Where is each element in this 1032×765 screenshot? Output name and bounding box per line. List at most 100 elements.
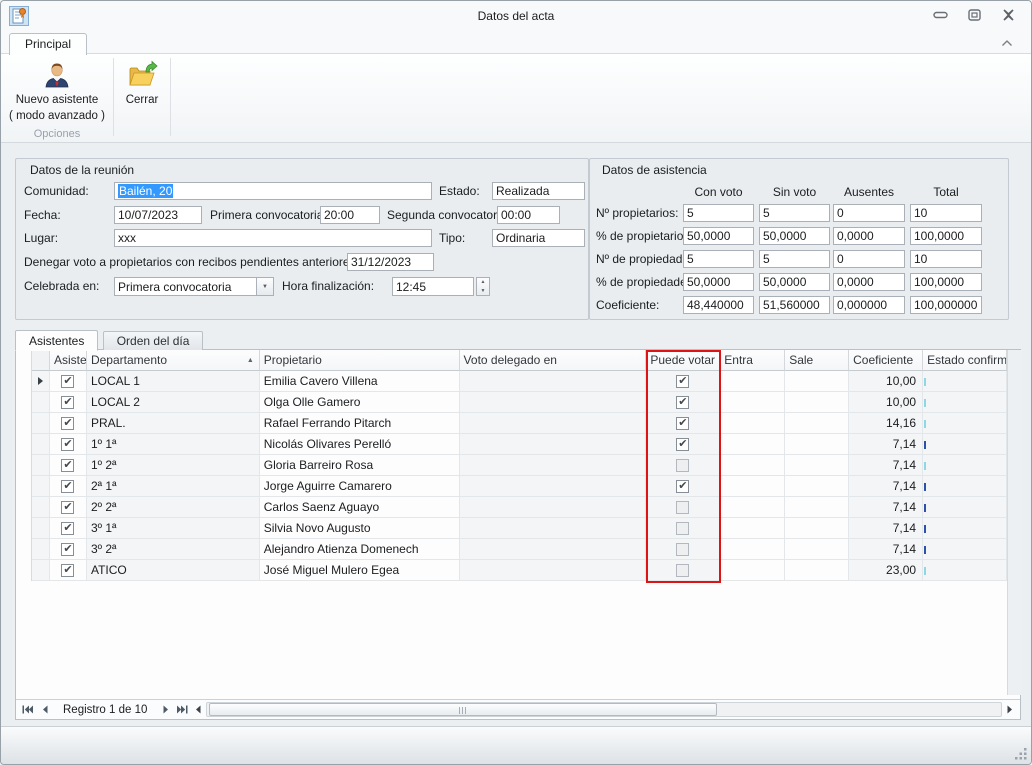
cell-coeficiente[interactable]: 7,14	[849, 497, 923, 518]
horizontal-scrollbar-thumb[interactable]	[209, 703, 717, 716]
asiste-checkbox[interactable]	[61, 438, 74, 451]
nav-last-button[interactable]	[174, 702, 191, 718]
cell-departamento[interactable]: 1º 1ª	[87, 434, 260, 455]
cell-voto-delegado-en[interactable]	[460, 497, 647, 518]
grid-row[interactable]: LOCAL 1Emilia Cavero Villena10,00	[32, 371, 1007, 392]
cell-departamento[interactable]: PRAL.	[87, 413, 260, 434]
grid-row[interactable]: 2º 2ªCarlos Saenz Aguayo 7,14	[32, 497, 1007, 518]
cell-voto-delegado-en[interactable]	[460, 371, 647, 392]
cell-estado-confirmacion[interactable]	[923, 539, 1007, 560]
cell-estado-confirmacion[interactable]	[923, 413, 1007, 434]
cell-estado-confirmacion[interactable]	[923, 497, 1007, 518]
cell-propietario[interactable]: Nicolás Olivares Perelló	[260, 434, 460, 455]
cell-entra[interactable]	[720, 413, 785, 434]
cell-sale[interactable]	[785, 371, 849, 392]
lugar-field[interactable]: xxx	[114, 229, 432, 247]
grid-row[interactable]: PRAL.Rafael Ferrando Pitarch14,16	[32, 413, 1007, 434]
cell-departamento[interactable]: 2º 2ª	[87, 497, 260, 518]
cell-estado-confirmacion[interactable]	[923, 476, 1007, 497]
asistencia-value-field[interactable]: 0,000000	[833, 296, 905, 314]
cell-entra[interactable]	[720, 476, 785, 497]
cell-propietario[interactable]: Alejandro Atienza Domenech	[260, 539, 460, 560]
grid-row[interactable]: 3º 2ªAlejandro Atienza Domenech7,14	[32, 539, 1007, 560]
puede-votar-checkbox[interactable]	[646, 497, 720, 518]
minimize-button[interactable]	[931, 7, 949, 23]
nav-next-button[interactable]	[157, 702, 174, 718]
puede-votar-checkbox[interactable]	[646, 476, 720, 497]
asiste-checkbox[interactable]	[50, 560, 87, 581]
asiste-checkbox[interactable]	[61, 375, 74, 388]
cell-estado-confirmacion[interactable]	[923, 455, 1007, 476]
cell-coeficiente[interactable]: 7,14	[849, 455, 923, 476]
hscroll-left-arrow[interactable]	[191, 702, 205, 718]
asistencia-value-field[interactable]: 50,0000	[683, 273, 754, 291]
column-header-departamento[interactable]: Departamento▲	[87, 350, 260, 371]
hora-finalizacion-field[interactable]: 12:45	[392, 277, 474, 296]
asistencia-value-field[interactable]: 50,0000	[759, 273, 830, 291]
cell-entra[interactable]	[720, 560, 785, 581]
column-header-coeficiente[interactable]: Coeficiente	[849, 350, 923, 371]
cell-voto-delegado-en[interactable]	[460, 413, 647, 434]
column-header-entra[interactable]: Entra	[720, 350, 785, 371]
cell-coeficiente[interactable]: 7,14	[849, 434, 923, 455]
cell-voto-delegado-en[interactable]	[460, 518, 647, 539]
cell-voto-delegado-en[interactable]	[460, 539, 647, 560]
column-header-estado-confirmacion[interactable]: Estado confirmaci	[923, 350, 1007, 371]
cell-estado-confirmacion[interactable]	[923, 371, 1007, 392]
cell-sale[interactable]	[785, 434, 849, 455]
asistencia-value-field[interactable]: 0	[833, 204, 905, 222]
cell-entra[interactable]	[720, 518, 785, 539]
asiste-checkbox[interactable]	[50, 539, 87, 560]
cell-coeficiente[interactable]: 7,14	[849, 518, 923, 539]
grid-row[interactable]: 2ª 1ªJorge Aguirre Camarero7,14	[32, 476, 1007, 497]
primera-convocatoria-field[interactable]: 20:00	[320, 206, 380, 224]
puede-votar-checkbox[interactable]	[646, 560, 720, 581]
asiste-checkbox[interactable]	[50, 392, 87, 413]
asiste-checkbox[interactable]	[50, 455, 87, 476]
puede-votar-checkbox[interactable]	[646, 413, 720, 434]
cell-departamento[interactable]: LOCAL 2	[87, 392, 260, 413]
estado-field[interactable]: Realizada	[492, 182, 585, 200]
cell-propietario[interactable]: Carlos Saenz Aguayo	[260, 497, 460, 518]
cell-sale[interactable]	[785, 413, 849, 434]
cell-propietario[interactable]: Jorge Aguirre Camarero	[260, 476, 460, 497]
asistencia-value-field[interactable]: 0	[833, 250, 905, 268]
asistencia-value-field[interactable]: 100,000000	[910, 296, 982, 314]
asistencia-value-field[interactable]: 5	[759, 250, 830, 268]
asiste-checkbox[interactable]	[50, 413, 87, 434]
cell-departamento[interactable]: 3º 1ª	[87, 518, 260, 539]
cell-voto-delegado-en[interactable]	[460, 560, 647, 581]
cell-coeficiente[interactable]: 23,00	[849, 560, 923, 581]
resize-grip[interactable]	[1014, 747, 1028, 761]
cell-estado-confirmacion[interactable]	[923, 392, 1007, 413]
celebrada-en-combo[interactable]: Primera convocatoria ▼	[114, 277, 274, 296]
tab-asistentes[interactable]: Asistentes	[15, 330, 98, 351]
cell-sale[interactable]	[785, 455, 849, 476]
asiste-checkbox[interactable]	[50, 371, 87, 392]
cell-departamento[interactable]: ATICO	[87, 560, 260, 581]
asiste-checkbox[interactable]	[50, 497, 87, 518]
puede-votar-checkbox[interactable]	[676, 396, 689, 409]
nav-first-button[interactable]	[19, 702, 36, 718]
spin-down-button[interactable]: ▼	[477, 287, 489, 296]
cell-sale[interactable]	[785, 539, 849, 560]
cell-propietario[interactable]: Emilia Cavero Villena	[260, 371, 460, 392]
spin-up-button[interactable]: ▲	[477, 278, 489, 287]
column-header-propietario[interactable]: Propietario	[260, 350, 460, 371]
puede-votar-checkbox[interactable]	[676, 501, 689, 514]
asiste-checkbox[interactable]	[61, 417, 74, 430]
cell-entra[interactable]	[720, 434, 785, 455]
cell-departamento[interactable]: 1º 2ª	[87, 455, 260, 476]
asiste-checkbox[interactable]	[61, 501, 74, 514]
puede-votar-checkbox[interactable]	[646, 434, 720, 455]
hscroll-right-arrow[interactable]	[1003, 702, 1017, 718]
asiste-checkbox[interactable]	[50, 434, 87, 455]
puede-votar-checkbox[interactable]	[676, 459, 689, 472]
asistencia-value-field[interactable]: 100,0000	[910, 273, 982, 291]
cell-departamento[interactable]: 3º 2ª	[87, 539, 260, 560]
asistencia-value-field[interactable]: 0,0000	[833, 227, 905, 245]
cell-propietario[interactable]: Olga Olle Gamero	[260, 392, 460, 413]
grid-row[interactable]: LOCAL 2Olga Olle Gamero10,00	[32, 392, 1007, 413]
cell-sale[interactable]	[785, 392, 849, 413]
puede-votar-checkbox[interactable]	[646, 539, 720, 560]
